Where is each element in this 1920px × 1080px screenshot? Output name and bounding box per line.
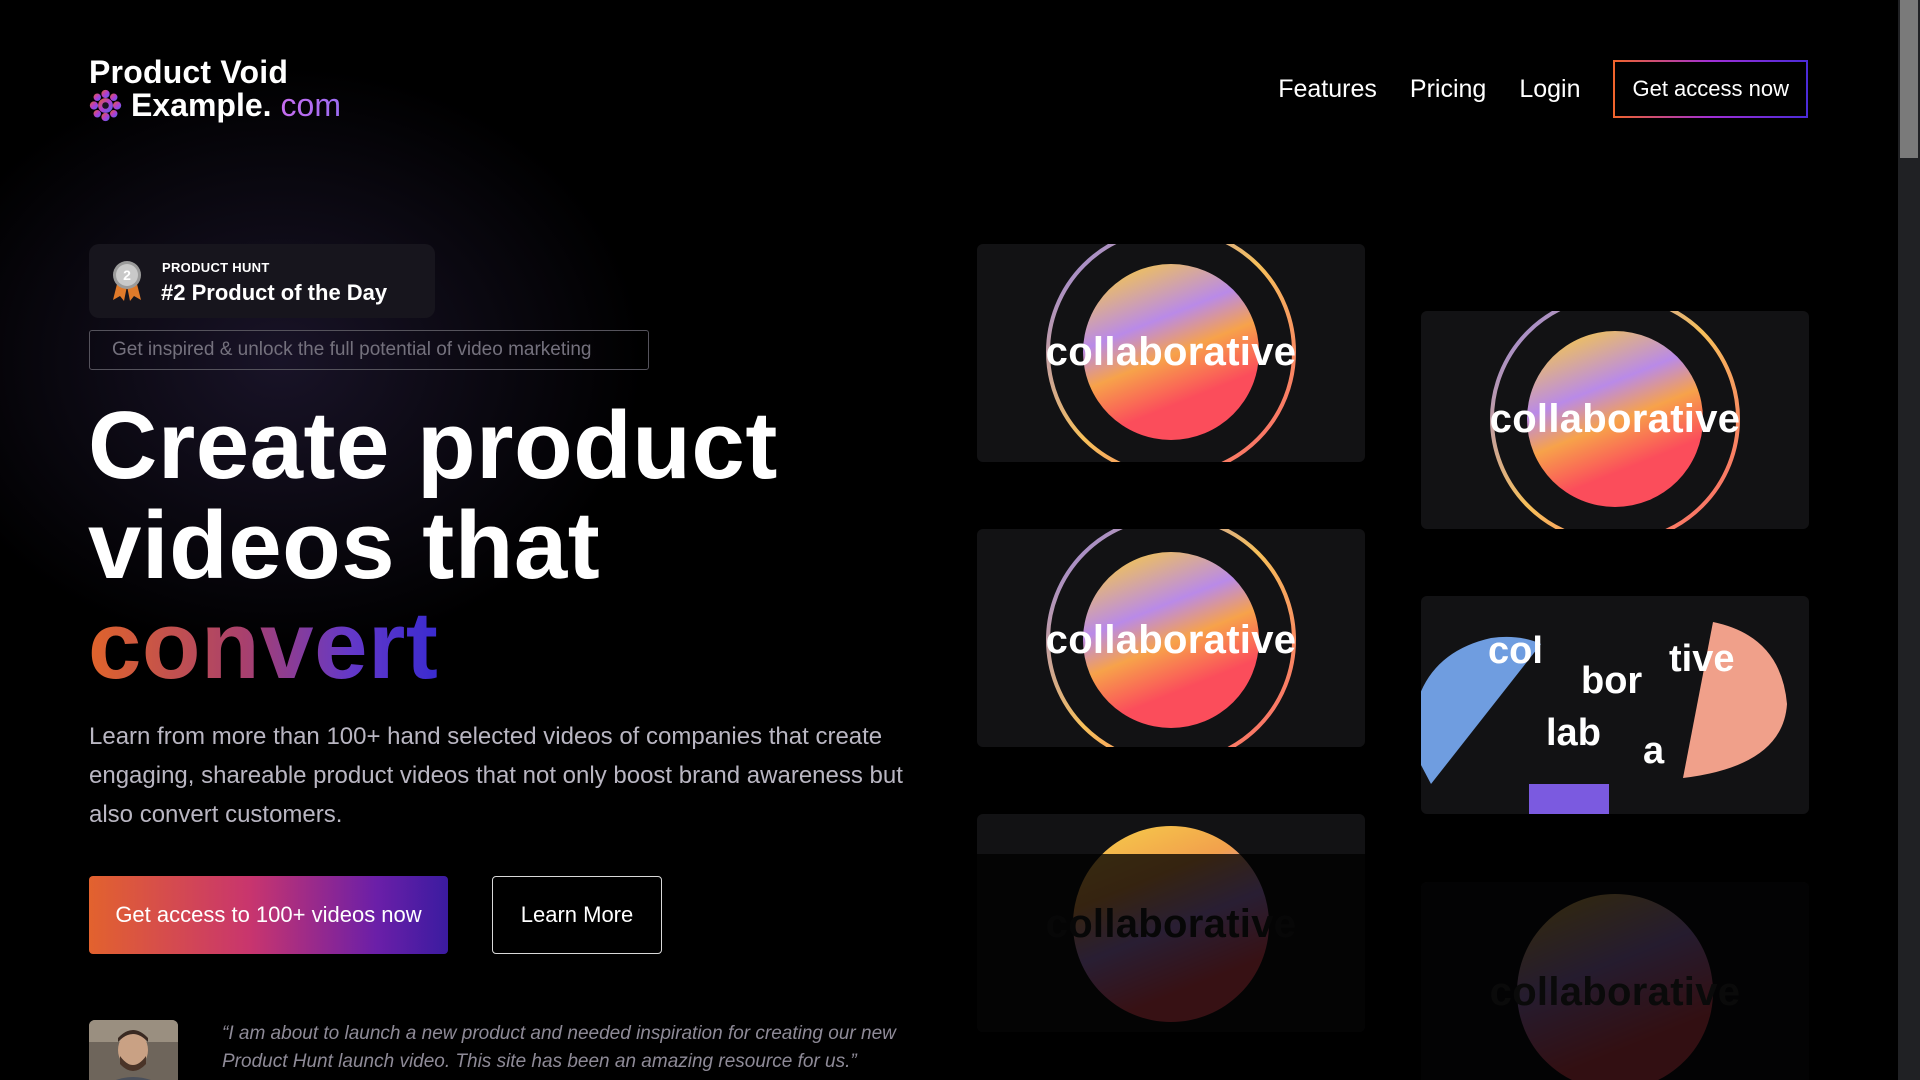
testimonial-quote: “I am about to launch a new product and … — [222, 1023, 896, 1072]
fragment-a: a — [1643, 730, 1665, 772]
shape-fragments-icon — [1421, 622, 1787, 814]
logo-text-suffix: com — [280, 87, 341, 123]
gear-flower-icon — [89, 89, 122, 122]
get-access-button[interactable]: Get access now — [1613, 60, 1808, 118]
nav-link-features[interactable]: Features — [1278, 75, 1377, 104]
medal-number: 2 — [123, 267, 131, 283]
fragment-lab: lab — [1546, 712, 1601, 754]
top-navigation: Features Pricing Login Get access now — [1278, 58, 1808, 120]
fragment-tive: tive — [1669, 638, 1735, 680]
testimonial-avatar — [89, 1020, 178, 1080]
badge-kicker: PRODUCT HUNT — [162, 260, 270, 275]
product-hunt-badge[interactable]: 2 PRODUCT HUNT #2 Product of the Day — [89, 244, 435, 318]
award-medal-icon: 2 — [113, 261, 141, 301]
tile-word: collaborative — [1489, 970, 1741, 1014]
headline-line2: videos that — [88, 492, 601, 599]
logo-text-line1: Product Void — [89, 54, 289, 90]
scrollbar-thumb[interactable] — [1900, 0, 1918, 158]
tagline-pill: Get inspired & unlock the full potential… — [89, 330, 649, 370]
logo-text-line2: Example. com — [89, 87, 341, 124]
video-tile-3[interactable]: collaborative — [977, 529, 1365, 747]
video-tile-6[interactable]: collaborative — [1421, 882, 1809, 1080]
nav-link-login[interactable]: Login — [1519, 75, 1580, 104]
hero-headline: Create product videos that convert — [88, 396, 778, 696]
person-photo-icon — [89, 1020, 178, 1080]
headline-line1: Create product — [88, 392, 778, 499]
learn-more-button[interactable]: Learn More — [492, 876, 662, 954]
page-scrollbar[interactable] — [1898, 0, 1920, 1080]
video-tile-5[interactable]: collaborative — [977, 814, 1365, 1032]
tile-word: collaborative — [1045, 330, 1297, 374]
logo-text-main: Example. — [131, 87, 272, 123]
fragment-bor: bor — [1581, 660, 1643, 702]
tile-word: collaborative — [1489, 397, 1741, 441]
hero-lead-text: Learn from more than 100+ hand selected … — [89, 723, 903, 828]
nav-link-pricing[interactable]: Pricing — [1410, 75, 1486, 104]
video-tile-4[interactable]: col bor tive lab a — [1421, 596, 1809, 814]
landing-page: Product Void Example. com Features Prici… — [0, 0, 1920, 1080]
get-access-videos-button[interactable]: Get access to 100+ videos now — [89, 876, 448, 954]
video-tile-1[interactable]: collaborative — [977, 244, 1365, 462]
badge-title: #2 Product of the Day — [161, 280, 388, 305]
fragment-col: col — [1488, 630, 1543, 672]
circle-graphic-icon — [1517, 894, 1713, 1080]
video-tile-2[interactable]: collaborative — [1421, 311, 1809, 529]
tile-word: collaborative — [1045, 618, 1297, 662]
site-logo[interactable]: Product Void Example. com — [89, 54, 349, 124]
headline-accent: convert — [88, 592, 439, 699]
tile-word: collaborative — [1045, 902, 1297, 946]
circle-graphic-icon — [1073, 826, 1269, 1022]
